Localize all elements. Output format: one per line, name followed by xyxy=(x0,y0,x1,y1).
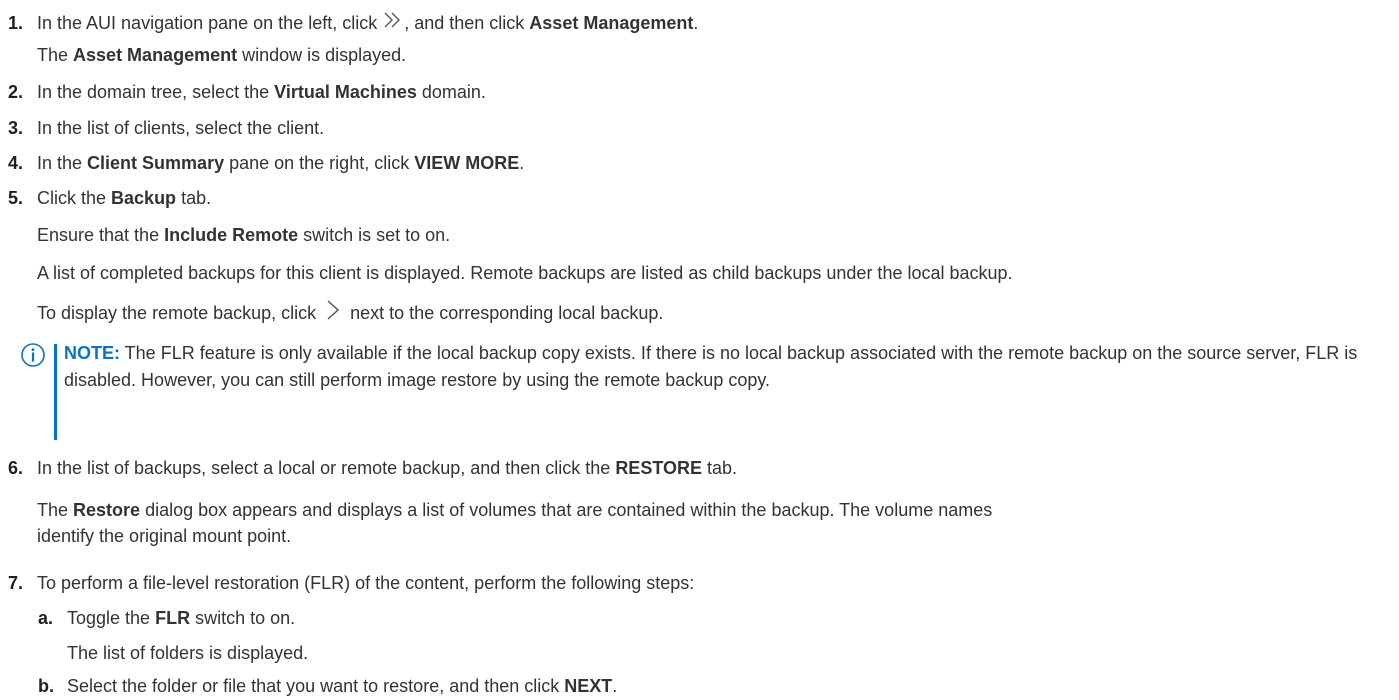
step-text: In the AUI navigation pane on the left, … xyxy=(37,13,383,33)
step-number: 4. xyxy=(8,153,24,173)
info-icon xyxy=(20,342,46,373)
ui-term: Asset Management xyxy=(73,45,238,65)
ui-term: Virtual Machines xyxy=(274,82,417,102)
double-chevron-right-icon xyxy=(382,10,404,38)
ui-term: VIEW MORE xyxy=(414,153,520,173)
step-paragraph: A list of completed backups for this cli… xyxy=(37,263,1013,283)
ui-term: Asset Management xyxy=(529,13,694,33)
note-text: NOTE: The FLR feature is only available … xyxy=(64,343,1358,390)
ui-term: Include Remote xyxy=(164,225,299,245)
step-number: 5. xyxy=(8,188,24,208)
step-number: 3. xyxy=(8,118,24,138)
chevron-right-icon xyxy=(321,298,345,330)
ui-term: Client Summary xyxy=(87,153,225,173)
ui-term: FLR xyxy=(155,608,191,628)
ui-term: Backup xyxy=(111,188,177,208)
ui-term: NEXT xyxy=(564,676,613,696)
substep-number: a. xyxy=(38,608,54,628)
substep-number: b. xyxy=(38,676,54,696)
step-number: 7. xyxy=(8,573,24,593)
step-number: 2. xyxy=(8,82,24,102)
ui-term: RESTORE xyxy=(615,458,702,478)
ui-term: Restore xyxy=(73,500,141,520)
note-label: NOTE: xyxy=(64,343,120,363)
step-number: 6. xyxy=(8,458,24,478)
note-callout: NOTE: The FLR feature is only available … xyxy=(20,340,1390,440)
step-number: 1. xyxy=(8,13,24,33)
note-bar xyxy=(54,344,57,440)
